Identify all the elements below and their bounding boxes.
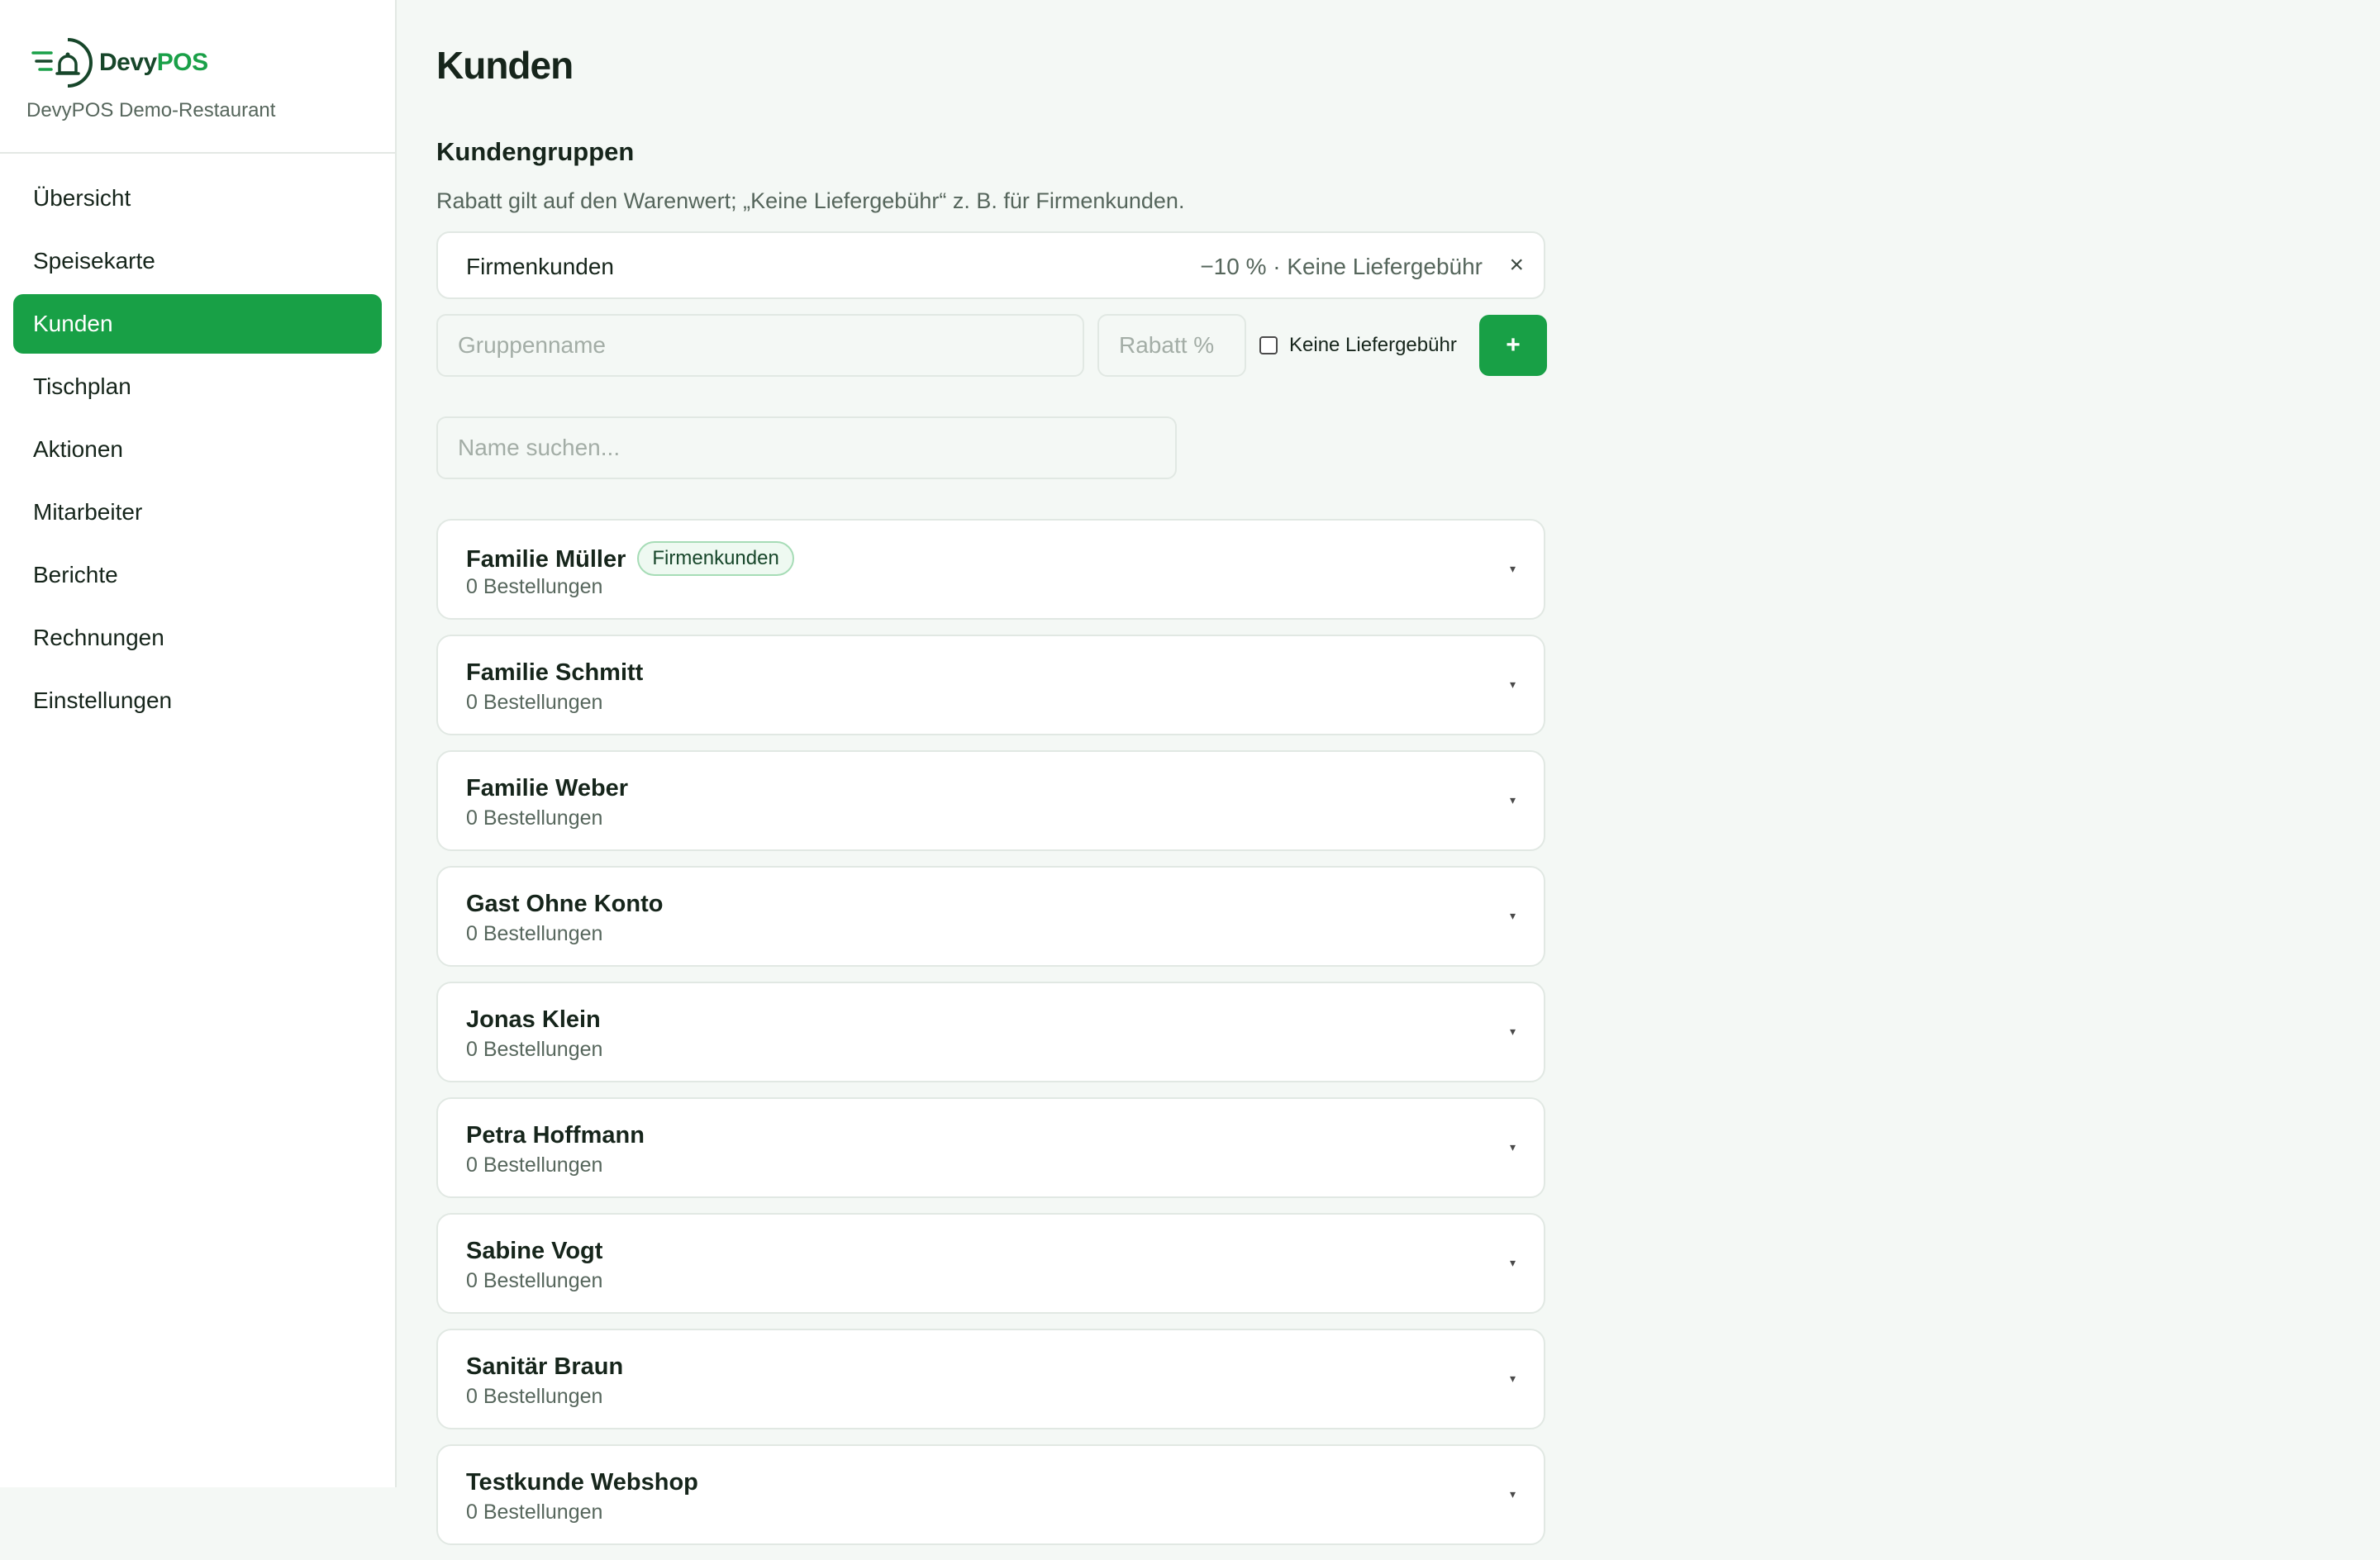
customer-groups-description: Rabatt gilt auf den Warenwert; „Keine Li… — [436, 188, 1185, 213]
chevron-down-icon[interactable]: ▾ — [1510, 1025, 1516, 1039]
customer-card[interactable]: Familie Schmitt 0 Bestellungen ▾ — [436, 635, 1545, 735]
customer-order-count: 0 Bestellungen — [466, 806, 603, 830]
customer-name-text: Petra Hoffmann — [466, 1122, 645, 1149]
customer-order-count: 0 Bestellungen — [466, 1269, 603, 1292]
remove-group-button[interactable]: × — [1509, 251, 1524, 279]
customer-name: Gast Ohne Konto — [466, 891, 663, 918]
bell-delivery-icon — [31, 38, 93, 88]
customer-name: Familie Schmitt — [466, 659, 643, 687]
chevron-down-icon[interactable]: ▾ — [1510, 1372, 1516, 1386]
customer-card[interactable]: Jonas Klein 0 Bestellungen ▾ — [436, 982, 1545, 1082]
customer-name-text: Gast Ohne Konto — [466, 891, 664, 917]
customer-card[interactable]: Sanitär Braun 0 Bestellungen ▾ — [436, 1329, 1545, 1429]
sidebar: DevyPOS DevyPOS Demo-Restaurant Übersich… — [0, 0, 397, 1487]
customer-name-text: Sanitär Braun — [466, 1353, 624, 1380]
customer-card[interactable]: Petra Hoffmann 0 Bestellungen ▾ — [436, 1097, 1545, 1198]
sidebar-item-rechnungen[interactable]: Rechnungen — [13, 608, 382, 668]
chevron-down-icon[interactable]: ▾ — [1510, 793, 1516, 807]
customer-list: Familie Müller Firmenkunden 0 Bestellungen… — [436, 519, 1547, 1560]
customer-name-text: Familie Schmitt — [466, 659, 644, 686]
customer-group-badge: Firmenkunden — [637, 541, 794, 576]
sidebar-item-berichte[interactable]: Berichte — [13, 545, 382, 605]
customer-order-count: 0 Bestellungen — [466, 1153, 603, 1177]
group-name-input[interactable] — [436, 314, 1084, 377]
add-group-button[interactable]: + — [1479, 315, 1547, 376]
customer-group-row: Firmenkunden −10 % · Keine Liefergebühr … — [436, 231, 1545, 299]
customer-order-count: 0 Bestellungen — [466, 691, 603, 714]
customer-name: Petra Hoffmann — [466, 1122, 645, 1149]
no-delivery-fee-checkbox[interactable] — [1259, 336, 1278, 354]
chevron-down-icon[interactable]: ▾ — [1510, 1140, 1516, 1154]
sidebar-item-mitarbeiter[interactable]: Mitarbeiter — [13, 483, 382, 542]
customer-order-count: 0 Bestellungen — [466, 575, 603, 598]
customer-name-text: Familie Weber — [466, 775, 629, 801]
sidebar-item-übersicht[interactable]: Übersicht — [13, 169, 382, 228]
customer-name-text: Familie Müller — [466, 546, 626, 573]
customer-order-count: 0 Bestellungen — [466, 1038, 603, 1061]
no-delivery-fee-toggle[interactable]: Keine Liefergebühr — [1259, 314, 1457, 377]
customer-card[interactable]: Gast Ohne Konto 0 Bestellungen ▾ — [436, 866, 1545, 967]
customer-name-text: Sabine Vogt — [466, 1238, 603, 1264]
sidebar-item-aktionen[interactable]: Aktionen — [13, 420, 382, 479]
no-delivery-fee-label: Keine Liefergebühr — [1289, 334, 1457, 356]
chevron-down-icon[interactable]: ▾ — [1510, 1256, 1516, 1270]
logo-text: DevyPOS — [99, 49, 208, 76]
sidebar-nav: Übersicht Speisekarte Kunden Tischplan Aktio… — [0, 154, 395, 730]
customer-name: Testkunde Webshop — [466, 1469, 698, 1496]
customer-card[interactable]: Sabine Vogt 0 Bestellungen ▾ — [436, 1213, 1545, 1314]
customer-name: Jonas Klein — [466, 1006, 601, 1034]
app-logo[interactable]: DevyPOS — [31, 35, 208, 91]
customer-name: Sanitär Braun — [466, 1353, 623, 1381]
chevron-down-icon[interactable]: ▾ — [1510, 562, 1516, 576]
customer-group-terms: −10 % · Keine Liefergebühr — [1200, 254, 1483, 279]
brand-header: DevyPOS DevyPOS Demo-Restaurant — [0, 0, 395, 154]
customer-search-input[interactable] — [436, 416, 1177, 479]
customer-order-count: 0 Bestellungen — [466, 1501, 603, 1524]
discount-percent-input[interactable] — [1097, 314, 1246, 377]
customer-groups-title: Kundengruppen — [436, 137, 635, 166]
customer-order-count: 0 Bestellungen — [466, 1385, 603, 1408]
chevron-down-icon[interactable]: ▾ — [1510, 678, 1516, 692]
page-title: Kunden — [436, 44, 574, 87]
customer-card[interactable]: Familie Weber 0 Bestellungen ▾ — [436, 750, 1545, 851]
sidebar-item-kunden[interactable]: Kunden — [13, 294, 382, 354]
customer-name: Sabine Vogt — [466, 1238, 602, 1265]
sidebar-item-einstellungen[interactable]: Einstellungen — [13, 671, 382, 730]
sidebar-item-speisekarte[interactable]: Speisekarte — [13, 231, 382, 291]
customer-group-name: Firmenkunden — [466, 254, 614, 279]
chevron-down-icon[interactable]: ▾ — [1510, 909, 1516, 923]
customer-card[interactable]: Familie Müller Firmenkunden 0 Bestellungen… — [436, 519, 1545, 620]
customer-name: Familie Weber — [466, 775, 628, 802]
customer-card[interactable]: Testkunde Webshop 0 Bestellungen ▾ — [436, 1444, 1545, 1545]
customer-name-text: Testkunde Webshop — [466, 1469, 698, 1496]
restaurant-name: DevyPOS Demo-Restaurant — [26, 99, 276, 121]
chevron-down-icon[interactable]: ▾ — [1510, 1487, 1516, 1501]
customer-order-count: 0 Bestellungen — [466, 922, 603, 945]
sidebar-item-tischplan[interactable]: Tischplan — [13, 357, 382, 416]
customer-name-text: Jonas Klein — [466, 1006, 601, 1033]
customer-name: Familie Müller Firmenkunden — [466, 541, 794, 578]
